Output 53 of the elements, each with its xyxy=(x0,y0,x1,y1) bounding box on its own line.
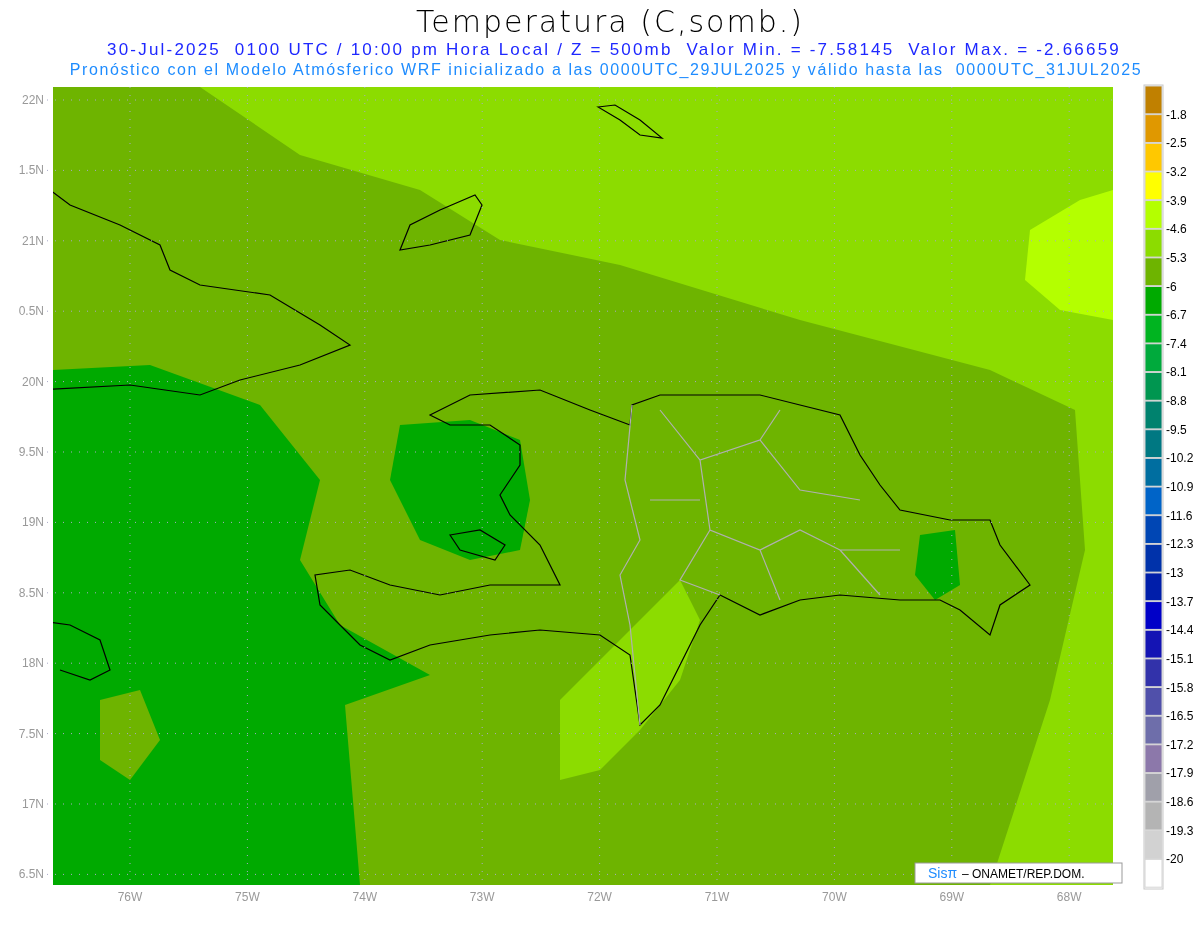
colorbar-label: -10.2 xyxy=(1166,451,1194,466)
colorbar-label: -3.9 xyxy=(1166,193,1187,208)
longitude-label: 71W xyxy=(704,890,730,904)
colorbar-label: -2.5 xyxy=(1166,136,1187,151)
logo-text: Sisπ xyxy=(928,865,958,881)
forecast-info: Pronóstico con el Modelo Atmósferico WRF inicializado a las 0000UTC_29JUL2025 y válido hasta las 0000UTC_31JUL2025 xyxy=(68,60,1144,80)
colorbar-label: -17.9 xyxy=(1166,766,1194,781)
colorbar-label: -15.1 xyxy=(1166,651,1194,666)
colorbar-label: -7.4 xyxy=(1166,336,1187,351)
longitude-label: 76W xyxy=(117,890,143,904)
longitude-label: 73W xyxy=(469,890,495,904)
latitude-label: 7.5N xyxy=(18,726,44,741)
credit-text: – ONAMET/REP.DOM. xyxy=(962,867,1085,881)
latitude-label: 17N xyxy=(22,797,44,811)
colorbar-label: -6 xyxy=(1166,279,1177,294)
colorbar-label: -1.8 xyxy=(1166,107,1187,122)
colorbar-label: -8.1 xyxy=(1166,365,1187,380)
longitude-label: 72W xyxy=(587,890,612,904)
longitude-label: 75W xyxy=(235,890,260,904)
colorbar-label: -20 xyxy=(1166,852,1184,867)
colorbar-label: -18.6 xyxy=(1166,795,1194,810)
longitude-label: 70W xyxy=(822,890,847,904)
colorbar-label: -6.7 xyxy=(1166,308,1187,323)
longitude-label: 74W xyxy=(352,890,378,904)
colorbar-label: -15.8 xyxy=(1166,680,1194,695)
colorbar-label: -3.2 xyxy=(1166,164,1187,179)
colorbar-label: -13 xyxy=(1166,565,1184,580)
colorbar-label: -14.4 xyxy=(1166,623,1194,638)
colorbar-label: -17.2 xyxy=(1166,737,1194,752)
latitude-label: 18N xyxy=(22,656,44,671)
chart-title: Temperatura (C,somb.) xyxy=(415,3,805,40)
colorbar-label: -8.8 xyxy=(1166,394,1187,409)
latitude-label: 20N xyxy=(22,374,44,389)
chart-subtitle: 30-Jul-2025 0100 UTC / 10:00 pm Hora Local / Z = 500mb Valor Min. = -7.58145 Valor Max. = -2.66659 xyxy=(106,40,1122,60)
latitude-label: 9.5N xyxy=(18,445,44,459)
longitude-label: 68W xyxy=(1056,890,1082,904)
latitude-label: 22N xyxy=(22,93,44,107)
latitude-label: 19N xyxy=(22,515,44,530)
colorbar-label: -10.9 xyxy=(1166,480,1194,494)
latitude-label: 0.5N xyxy=(18,304,44,319)
colorbar-label: -13.7 xyxy=(1166,594,1194,609)
longitude-label: 69W xyxy=(939,890,965,904)
colorbar-label: -11.6 xyxy=(1166,508,1193,523)
latitude-label: 8.5N xyxy=(18,585,44,600)
colorbar-label: -16.5 xyxy=(1166,709,1194,724)
colorbar-label: -5.3 xyxy=(1166,250,1187,265)
latitude-label: 21N xyxy=(22,233,44,248)
colorbar-label: -12.3 xyxy=(1166,537,1194,552)
colorbar-label: -4.6 xyxy=(1166,222,1187,237)
latitude-label: 1.5N xyxy=(18,163,44,178)
colorbar-label: -19.3 xyxy=(1166,823,1194,838)
colorbar-label: -9.5 xyxy=(1166,422,1187,437)
latitude-label: 6.5N xyxy=(18,867,44,882)
